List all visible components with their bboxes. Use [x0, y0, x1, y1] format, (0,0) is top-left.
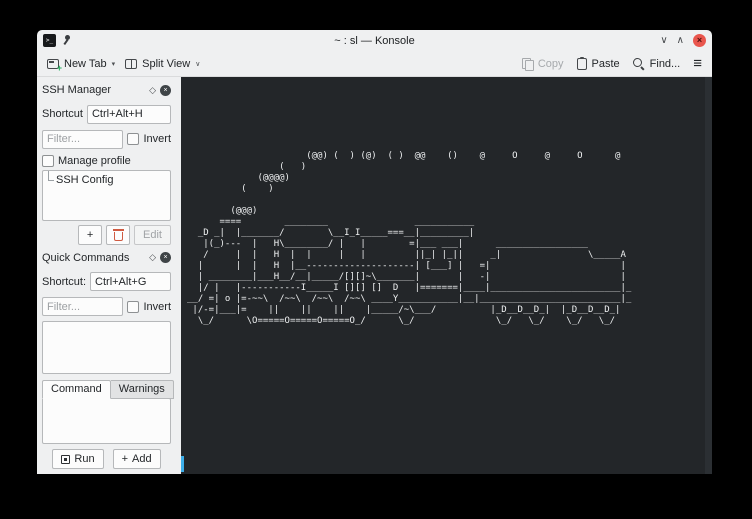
float-panel-icon[interactable]: ◇: [149, 85, 156, 96]
copy-icon: [522, 58, 533, 70]
tree-item-ssh-config[interactable]: SSH Config: [43, 171, 170, 186]
quick-commands-panel-header[interactable]: Quick Commands ◇ ×: [42, 249, 171, 266]
terminal-view[interactable]: (@@) ( ) (@) ( ) @@ () @ O @ O @ ( ) (@@…: [181, 77, 712, 474]
konsole-app-icon: >_: [43, 34, 56, 47]
float-panel-icon[interactable]: ◇: [149, 252, 156, 263]
qc-filter-row: Invert: [42, 297, 171, 316]
qc-run-button[interactable]: Run: [52, 449, 103, 469]
terminal-output-sl-train: (@@) ( ) (@) ( ) @@ () @ O @ O @ ( ) (@@…: [187, 151, 631, 327]
toolbar-right-group: Copy Paste Find... ≡: [522, 56, 702, 71]
copy-label: Copy: [538, 58, 564, 70]
qc-invert-label: Invert: [143, 301, 171, 313]
ssh-add-button[interactable]: +: [78, 225, 102, 245]
copy-button[interactable]: Copy: [522, 58, 564, 70]
ssh-edit-button[interactable]: Edit: [134, 225, 171, 245]
qc-invert-checkbox[interactable]: [127, 301, 139, 313]
tab-command[interactable]: Command: [42, 380, 111, 399]
split-view-label: Split View: [142, 58, 190, 70]
paste-label: Paste: [592, 58, 620, 70]
window-controls: ∨ ∧ ×: [660, 34, 706, 47]
quick-commands-title: Quick Commands: [42, 252, 145, 264]
ssh-manager-title: SSH Manager: [42, 84, 145, 96]
qc-filter-input[interactable]: [42, 297, 123, 316]
pin-icon[interactable]: [61, 34, 72, 47]
ssh-delete-button[interactable]: [106, 225, 130, 245]
search-icon: [633, 58, 645, 70]
trash-icon: [114, 232, 123, 241]
paste-icon: [577, 58, 587, 70]
quick-commands-close-button[interactable]: ×: [160, 252, 171, 263]
ssh-invert-label: Invert: [143, 133, 171, 145]
qc-add-label: Add: [132, 453, 152, 465]
qc-run-label: Run: [74, 453, 94, 465]
find-label: Find...: [650, 58, 681, 70]
qc-actions-row: Run + Add: [42, 449, 171, 469]
ssh-actions-row: + Edit: [42, 225, 171, 245]
split-view-caret-icon: ∨: [195, 60, 200, 68]
split-view-button[interactable]: Split View ∨: [125, 58, 200, 70]
maximize-button[interactable]: ∧: [677, 34, 684, 47]
window-title: ~ : sl — Konsole: [37, 35, 712, 47]
ssh-panel-close-button[interactable]: ×: [160, 85, 171, 96]
qc-command-editor[interactable]: [42, 398, 171, 444]
hamburger-menu-button[interactable]: ≡: [693, 56, 702, 71]
close-button[interactable]: ×: [693, 34, 706, 47]
new-tab-icon: [47, 59, 59, 69]
paste-button[interactable]: Paste: [577, 58, 620, 70]
qc-shortcut-row: Shortcut:: [42, 272, 171, 291]
ssh-manager-panel-header[interactable]: SSH Manager ◇ ×: [42, 82, 171, 99]
find-button[interactable]: Find...: [633, 58, 681, 70]
qc-command-list[interactable]: [42, 321, 171, 374]
titlebar[interactable]: >_ ~ : sl — Konsole ∨ ∧ ×: [37, 30, 712, 51]
ssh-shortcut-label: Shortcut: [42, 108, 83, 120]
ssh-invert-checkbox[interactable]: [127, 133, 139, 145]
ssh-config-tree[interactable]: SSH Config: [42, 170, 171, 221]
tab-warnings[interactable]: Warnings: [111, 380, 174, 399]
split-view-icon: [125, 59, 137, 69]
plus-icon: +: [122, 453, 128, 465]
ssh-shortcut-field[interactable]: [87, 105, 171, 124]
new-tab-label: New Tab: [64, 58, 107, 70]
sidebar: SSH Manager ◇ × Shortcut Invert Manage p…: [37, 77, 181, 474]
run-icon: [61, 455, 70, 464]
qc-shortcut-field[interactable]: [90, 272, 171, 291]
main-toolbar: New Tab ▾ Split View ∨ Copy Paste Find..…: [37, 51, 712, 77]
window-content: SSH Manager ◇ × Shortcut Invert Manage p…: [37, 77, 712, 474]
ssh-shortcut-row: Shortcut: [42, 105, 171, 124]
minimize-button[interactable]: ∨: [660, 34, 667, 47]
ssh-filter-row: Invert: [42, 130, 171, 149]
qc-tab-bar: Command Warnings: [42, 380, 171, 399]
new-tab-caret-icon: ▾: [112, 60, 116, 68]
manage-profile-row: Manage profile: [42, 155, 171, 167]
manage-profile-label: Manage profile: [58, 155, 131, 167]
new-tab-button[interactable]: New Tab ▾: [47, 58, 115, 70]
manage-profile-checkbox[interactable]: [42, 155, 54, 167]
qc-shortcut-label: Shortcut:: [42, 276, 86, 288]
splitter-focus-indicator: [181, 456, 184, 472]
qc-add-button[interactable]: + Add: [113, 449, 161, 469]
terminal-scrollbar[interactable]: [705, 77, 712, 474]
konsole-window: >_ ~ : sl — Konsole ∨ ∧ × New Tab ▾ Spli…: [37, 30, 712, 474]
ssh-filter-input[interactable]: [42, 130, 123, 149]
